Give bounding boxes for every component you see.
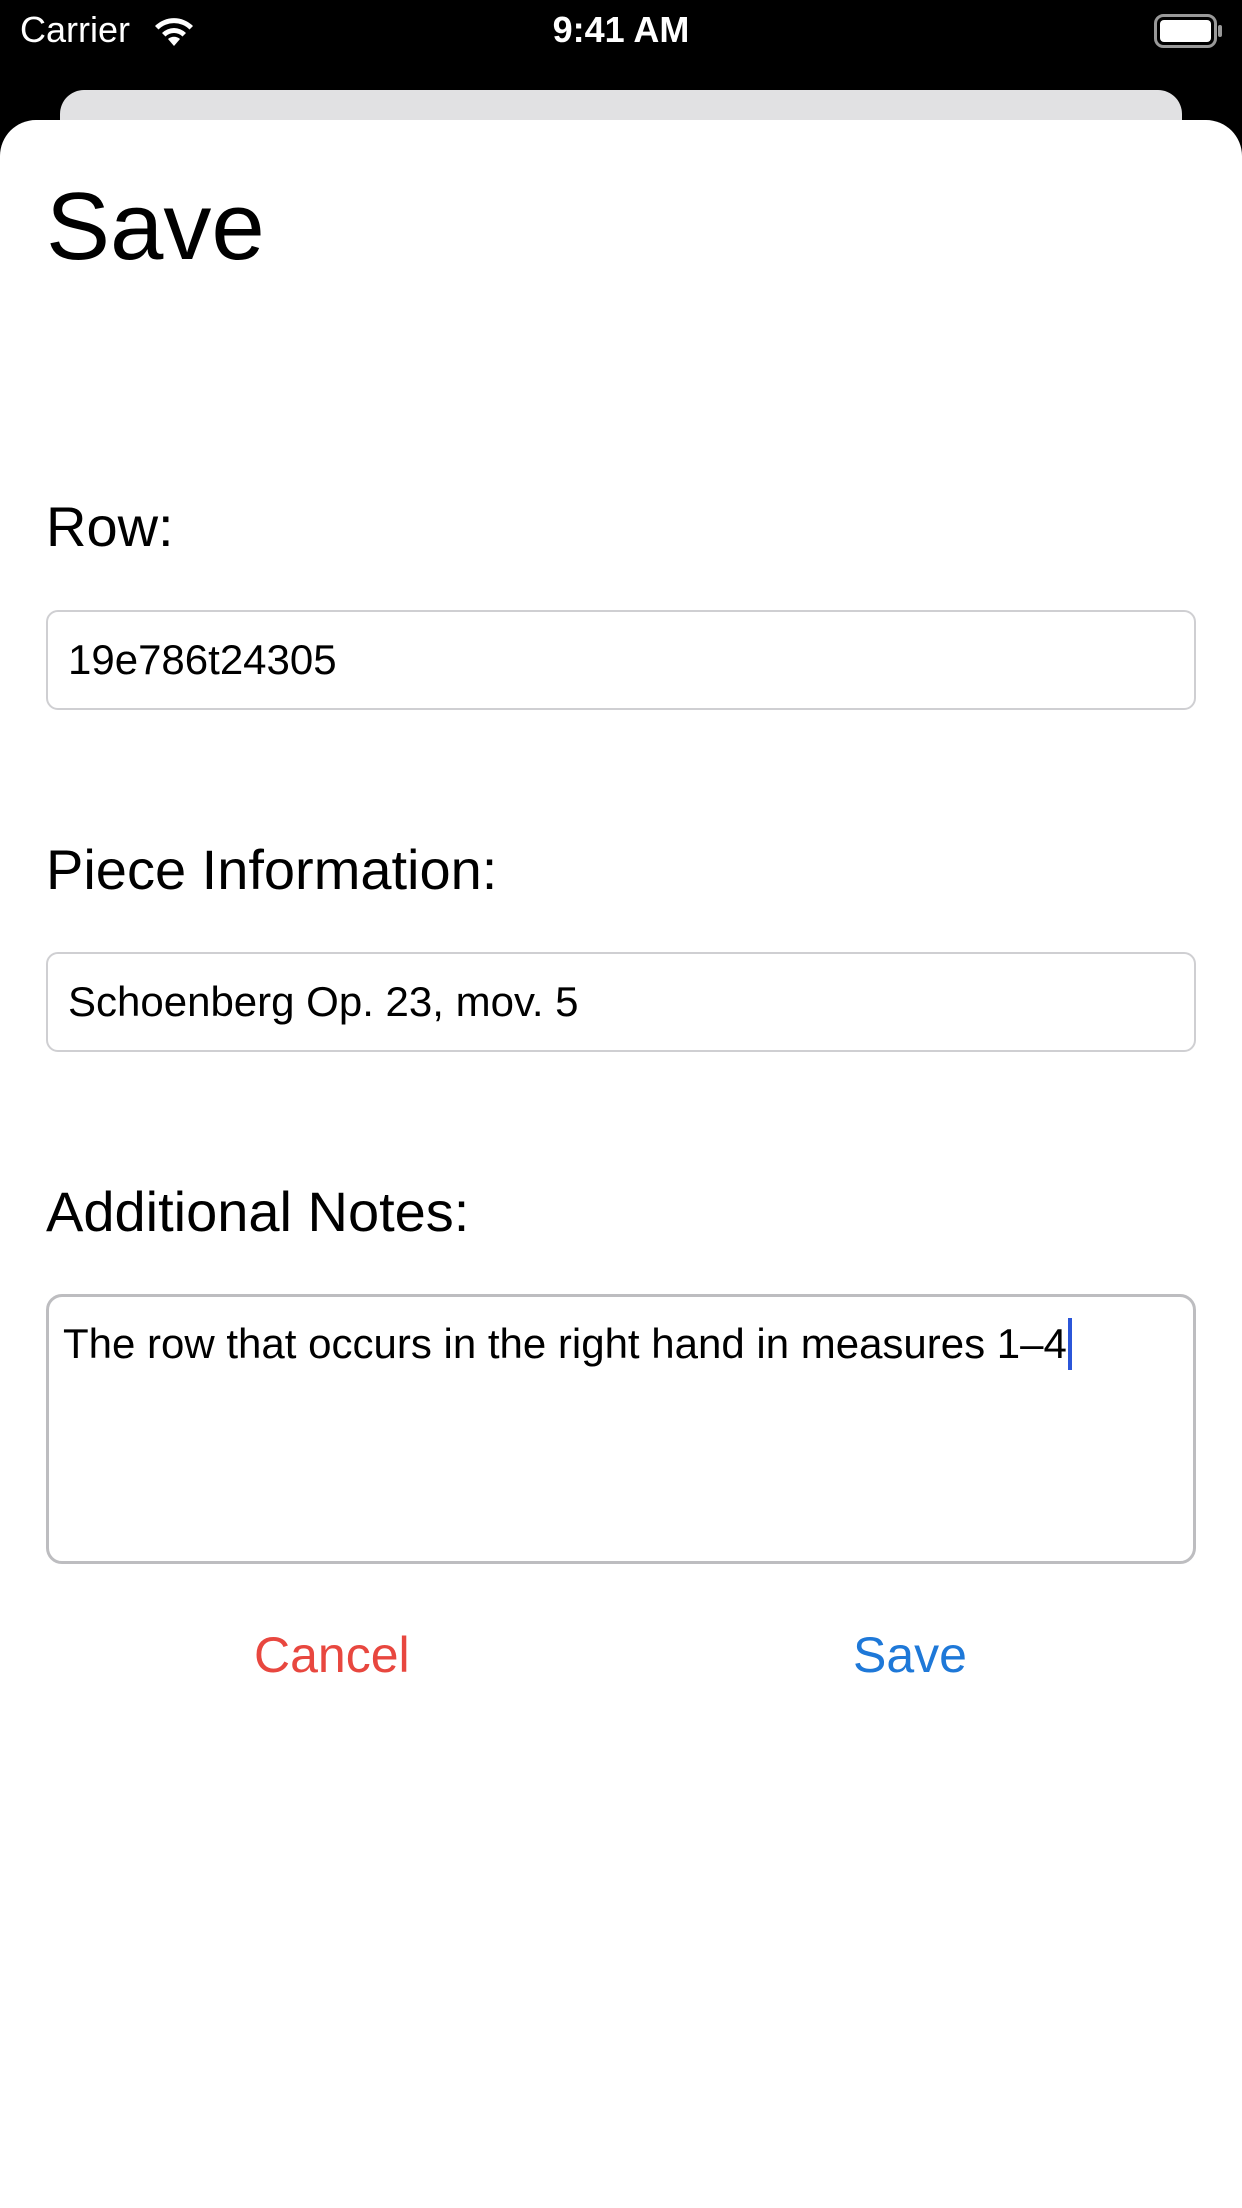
battery-icon xyxy=(1154,14,1222,48)
status-bar: Carrier 9:41 AM xyxy=(0,0,1242,62)
cancel-button[interactable]: Cancel xyxy=(254,1620,410,1690)
additional-notes-field[interactable]: The row that occurs in the right hand in… xyxy=(46,1294,1196,1564)
status-time: 9:41 AM xyxy=(552,9,690,50)
additional-notes-label: Additional Notes: xyxy=(46,1180,470,1243)
piece-information-field[interactable]: Schoenberg Op. 23, mov. 5 xyxy=(46,952,1196,1052)
piece-information-label: Piece Information: xyxy=(46,838,498,901)
page-title: Save xyxy=(46,173,265,280)
save-button[interactable]: Save xyxy=(853,1620,967,1690)
additional-notes-text: The row that occurs in the right hand in… xyxy=(63,1320,1067,1367)
row-field[interactable]: 19e786t24305 xyxy=(46,610,1196,710)
row-label: Row: xyxy=(46,495,174,558)
save-sheet xyxy=(0,120,1242,2208)
text-cursor xyxy=(1067,1318,1072,1370)
